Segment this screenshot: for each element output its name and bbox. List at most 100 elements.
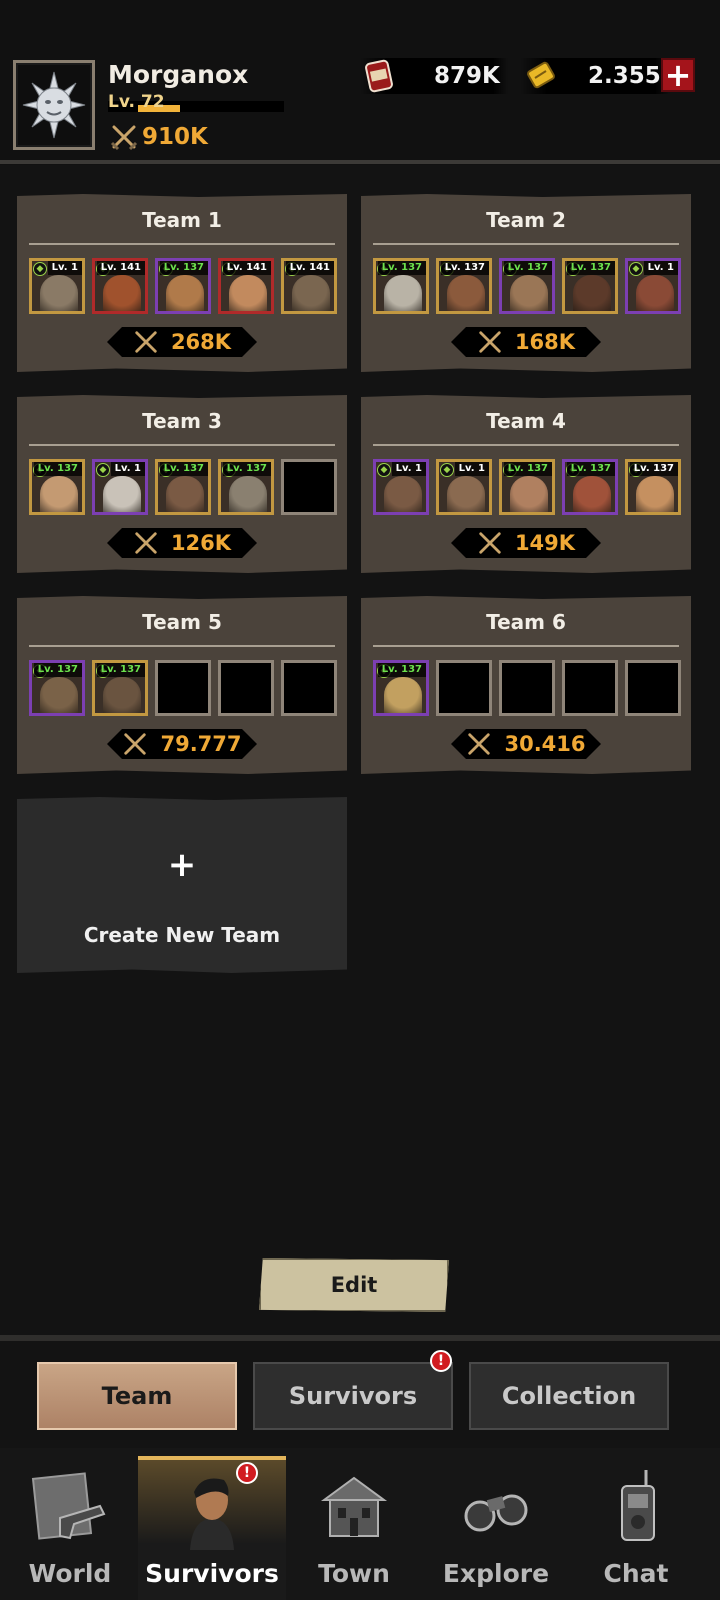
crossed-swords-icon: [479, 532, 501, 554]
canned-food-icon: [365, 59, 393, 93]
class-emblem-icon: ◆: [440, 463, 454, 477]
food-value: 879K: [434, 63, 500, 89]
survivor-portrait: [636, 275, 674, 311]
survivor-slot[interactable]: ◆Lv. 137: [436, 258, 492, 314]
create-new-team-label: Create New Team: [83, 923, 281, 947]
plus-icon: +: [167, 845, 197, 885]
class-emblem-icon: ◆: [377, 463, 391, 477]
survivor-slot[interactable]: ◆Lv. 137: [499, 258, 555, 314]
empty-member-slot[interactable]: [499, 660, 555, 716]
subtab-survivors[interactable]: Survivors: [253, 1362, 453, 1430]
team-card-6[interactable]: Team 6 ◆Lv. 137 30.416: [361, 596, 691, 774]
team-card-3[interactable]: Team 3◆Lv. 137◆Lv. 1◆Lv. 137◆Lv. 137126K: [17, 395, 347, 573]
survivor-slot[interactable]: ◆Lv. 137: [155, 258, 211, 314]
survivor-slot[interactable]: ◆Lv. 137: [373, 660, 429, 716]
class-emblem-icon: ◆: [629, 262, 643, 276]
player-avatar[interactable]: [13, 60, 95, 150]
survivor-level: Lv. 137: [159, 261, 208, 275]
edit-button[interactable]: Edit: [259, 1258, 449, 1312]
subtab-survivors-label: Survivors: [288, 1382, 418, 1410]
subtab-team[interactable]: Team: [37, 1362, 237, 1430]
survivor-slot[interactable]: ◆Lv. 137: [92, 660, 148, 716]
crossed-swords-icon: [468, 733, 491, 755]
class-emblem-icon: ◆: [96, 463, 110, 477]
survivor-slot[interactable]: ◆Lv. 137: [499, 459, 555, 515]
survivor-slot[interactable]: ◆Lv. 141: [281, 258, 337, 314]
team-card-5[interactable]: Team 5 ◆Lv. 137◆Lv. 137 79.777: [17, 596, 347, 774]
survivor-portrait: [103, 677, 141, 713]
team-power-value: 268K: [170, 330, 232, 354]
crossed-swords-icon: [135, 532, 157, 554]
survivor-portrait: [447, 275, 485, 311]
survivor-portrait: [510, 476, 548, 512]
team-divider: [29, 243, 335, 245]
survivor-portrait: [573, 275, 611, 311]
empty-member-slot[interactable]: [155, 660, 211, 716]
survivor-level: Lv. 137: [503, 261, 552, 275]
nav-chat[interactable]: Chat: [566, 1456, 706, 1600]
survivor-slot[interactable]: ◆Lv. 137: [155, 459, 211, 515]
survivor-level: Lv. 137: [96, 663, 145, 677]
crossed-swords-icon: [124, 733, 147, 755]
map-revolver-icon: [31, 1472, 106, 1540]
survivor-slot[interactable]: ◆ Lv. 1: [29, 258, 85, 314]
ticket-resource[interactable]: 2.355: [520, 58, 670, 94]
survivor-level: Lv. 1: [454, 462, 489, 476]
empty-member-slot[interactable]: [281, 660, 337, 716]
survivor-slot[interactable]: ◆Lv. 137: [562, 459, 618, 515]
nav-town[interactable]: Town: [284, 1456, 424, 1600]
survivor-level: Lv. 1: [391, 462, 426, 476]
survivor-level: Lv. 141: [222, 261, 271, 275]
ticket-value: 2.355: [588, 63, 661, 89]
survivor-slot[interactable]: ◆Lv. 141: [218, 258, 274, 314]
team-member-slots: ◆Lv. 1◆Lv. 141◆Lv. 137◆Lv. 141◆Lv. 141: [29, 258, 337, 314]
survivor-portrait: [510, 275, 548, 311]
nav-survivors[interactable]: ! Survivors: [138, 1456, 286, 1600]
team-member-slots: ◆Lv. 1◆Lv. 1◆Lv. 137◆Lv. 137◆Lv. 137: [373, 459, 681, 515]
player-level: Lv. 72: [108, 92, 165, 112]
class-emblem-icon: ◆: [33, 262, 47, 276]
survivor-slot[interactable]: ◆Lv. 137: [218, 459, 274, 515]
empty-member-slot[interactable]: [436, 660, 492, 716]
survivor-slot[interactable]: ◆ Lv. 1: [625, 258, 681, 314]
survivor-level: Lv. 137: [33, 462, 82, 476]
survivor-slot[interactable]: ◆Lv. 137: [29, 660, 85, 716]
survivor-slot[interactable]: ◆ Lv. 1: [92, 459, 148, 515]
team-card-2[interactable]: Team 2◆Lv. 137◆Lv. 137◆Lv. 137◆Lv. 137◆L…: [361, 194, 691, 372]
survivor-portrait: [166, 275, 204, 311]
create-new-team-button[interactable]: + Create New Team: [17, 797, 347, 973]
empty-member-slot[interactable]: [562, 660, 618, 716]
survivor-slot[interactable]: ◆Lv. 137: [625, 459, 681, 515]
food-resource[interactable]: 879K: [360, 58, 508, 94]
team-power: 168K: [451, 327, 601, 357]
survivor-level: Lv. 137: [440, 261, 489, 275]
team-divider: [29, 444, 335, 446]
empty-member-slot[interactable]: [625, 660, 681, 716]
team-card-1[interactable]: Team 1◆Lv. 1◆Lv. 141◆Lv. 137◆Lv. 141◆Lv.…: [17, 194, 347, 372]
subtab-collection[interactable]: Collection: [469, 1362, 669, 1430]
survivor-level: Lv. 137: [377, 663, 426, 677]
survivor-portrait: [229, 476, 267, 512]
survivor-slot[interactable]: ◆Lv. 141: [92, 258, 148, 314]
empty-member-slot[interactable]: [281, 459, 337, 515]
survivor-slot[interactable]: ◆ Lv. 1: [373, 459, 429, 515]
survivor-level: Lv. 1: [110, 462, 145, 476]
survivor-slot[interactable]: ◆ Lv. 1: [436, 459, 492, 515]
nav-explore[interactable]: Explore: [426, 1456, 566, 1600]
empty-member-slot[interactable]: [218, 660, 274, 716]
team-member-slots: ◆Lv. 137◆Lv. 1◆Lv. 137◆Lv. 137: [29, 459, 337, 515]
survivor-level: Lv. 137: [629, 462, 678, 476]
subtab-collection-label: Collection: [501, 1382, 637, 1410]
survivor-portrait: [103, 275, 141, 311]
survivor-slot[interactable]: ◆Lv. 137: [562, 258, 618, 314]
team-power: 149K: [451, 528, 601, 558]
team-card-4[interactable]: Team 4◆Lv. 1◆Lv. 1◆Lv. 137◆Lv. 137◆Lv. 1…: [361, 395, 691, 573]
survivors-subtab-alert-badge: !: [430, 1350, 452, 1372]
nav-town-label: Town: [318, 1559, 390, 1588]
add-tickets-button[interactable]: +: [661, 58, 695, 92]
survivor-slot[interactable]: ◆Lv. 137: [29, 459, 85, 515]
survivor-level: Lv. 141: [96, 261, 145, 275]
survivor-slot[interactable]: ◆Lv. 137: [373, 258, 429, 314]
nav-world[interactable]: World: [0, 1456, 140, 1600]
nav-world-label: World: [28, 1559, 112, 1588]
